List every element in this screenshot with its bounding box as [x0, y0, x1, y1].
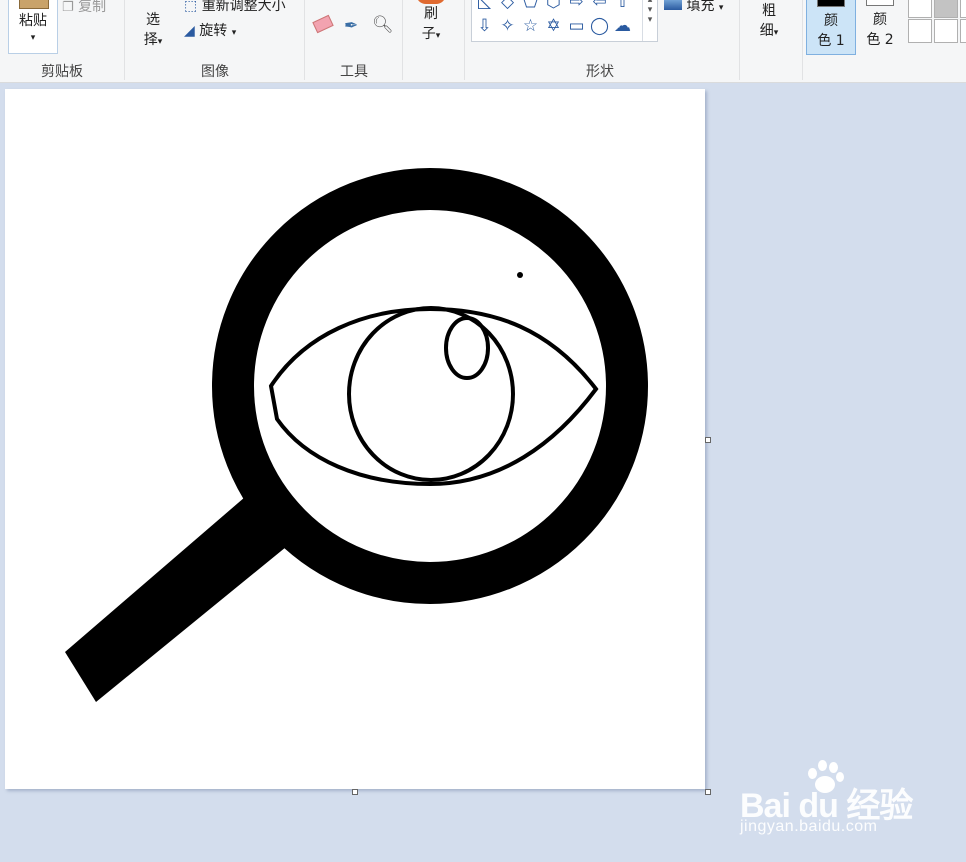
size-button[interactable]: 粗 细▾: [752, 0, 786, 43]
size-label: 粗: [762, 3, 776, 19]
resize-handle-corner[interactable]: [705, 789, 711, 795]
copy-button[interactable]: ❐ 复制: [62, 0, 106, 16]
chevron-down-icon: ▾: [231, 28, 237, 38]
eyedropper-icon: ✒: [344, 16, 359, 36]
divider: [802, 0, 803, 80]
chevron-down-icon: ▾: [647, 5, 653, 15]
eye-outline: [268, 306, 599, 487]
rotate-button[interactable]: ◢ 旋转 ▾: [184, 20, 236, 40]
chevron-down-icon: ▾: [718, 3, 724, 13]
shape-row2-4-icon[interactable]: ▭: [566, 15, 587, 37]
shape-row1-5-icon[interactable]: ⇦: [589, 0, 610, 13]
chevron-down-icon: ▾: [30, 33, 36, 43]
copy-label: 复制: [78, 0, 107, 15]
divider: [304, 0, 305, 80]
shape-row2-6-icon[interactable]: ☁: [612, 15, 633, 37]
palette-swatch[interactable]: [934, 0, 958, 18]
fill-button[interactable]: 填充 ▾: [664, 0, 723, 15]
shape-row2-0-icon[interactable]: ⇩: [474, 15, 495, 37]
magnifier-handle: [65, 497, 286, 702]
ribbon: 粘贴 ▾ ❐ 复制 剪贴板 选 择▾ ⬚ 重新调整大小 ◢ 旋转 ▾ 图像 ✒ …: [0, 0, 966, 83]
shape-row1-2-icon[interactable]: ⬠: [520, 0, 541, 13]
eye-iris: [347, 306, 515, 482]
chevron-down-icon: ▾: [773, 28, 779, 38]
select-button[interactable]: 选 择▾: [138, 10, 168, 52]
brushes-label: 刷: [424, 6, 438, 22]
group-label-image: 图像: [201, 64, 229, 80]
divider: [464, 0, 465, 80]
rotate-icon: ◢: [184, 23, 195, 39]
color2-label-2: 色 2: [866, 32, 894, 48]
magnifier-icon: 🔍︎: [372, 15, 394, 35]
color2-label: 颜: [873, 12, 887, 28]
watermark-url: jingyan.baidu.com: [740, 818, 878, 835]
divider: [739, 0, 740, 80]
shape-row2-3-icon[interactable]: ✡: [543, 15, 564, 37]
baidu-watermark: Bai du 经验 jingyan.baidu.com: [740, 758, 940, 848]
fill-label: 填充: [686, 0, 715, 14]
group-label-shapes: 形状: [586, 64, 614, 80]
palette-swatch[interactable]: [934, 19, 958, 43]
palette-swatch[interactable]: [908, 0, 932, 18]
brushes-button[interactable]: 刷 子▾: [414, 0, 448, 46]
resize-handle-bottom[interactable]: [352, 789, 358, 795]
expand-icon: ▾: [647, 15, 653, 25]
shape-row1-4-icon[interactable]: ⇨: [566, 0, 587, 13]
resize-icon: ⬚: [184, 0, 198, 14]
eraser-button[interactable]: [312, 14, 334, 34]
color1-label: 颜: [824, 13, 838, 29]
shape-row1-0-icon[interactable]: ◺: [474, 0, 495, 13]
select-label: 选: [146, 12, 160, 28]
select-label-2: 择: [143, 32, 158, 48]
color1-swatch: [817, 0, 845, 7]
shape-row2-5-icon[interactable]: ◯: [589, 15, 610, 37]
shape-row1-3-icon[interactable]: ⬡: [543, 0, 564, 13]
paste-button[interactable]: 粘贴 ▾: [8, 0, 58, 54]
divider: [402, 0, 403, 80]
eraser-icon: [312, 14, 334, 34]
copy-icon: ❐: [62, 0, 74, 15]
resize-handle-right[interactable]: [705, 437, 711, 443]
chevron-down-icon: ▾: [157, 37, 163, 47]
shape-row1-6-icon[interactable]: ⇧: [612, 0, 633, 13]
color1-button[interactable]: 颜 色 1: [806, 0, 856, 55]
size-label-2: 细: [759, 23, 774, 39]
fill-icon: [664, 0, 682, 10]
brushes-label-2: 子: [421, 26, 436, 42]
resize-label: 重新调整大小: [201, 0, 286, 14]
color2-swatch: [866, 0, 894, 6]
palette-swatch[interactable]: [960, 19, 966, 43]
color1-label-2: 色 1: [817, 33, 845, 49]
magnifier-ring: [212, 168, 648, 604]
clipboard-icon: [19, 0, 49, 9]
divider: [124, 0, 125, 80]
color-picker-button[interactable]: ✒: [344, 16, 358, 36]
resize-button[interactable]: ⬚ 重新调整大小: [184, 0, 286, 15]
shapes-gallery[interactable]: ◺ ◇ ⬠ ⬡ ⇨ ⇦ ⇧ ⇩ ✧ ☆ ✡ ▭ ◯ ☁ ▴ ▾ ▾: [471, 0, 658, 42]
color2-button[interactable]: 颜 色 2: [857, 0, 903, 53]
rotate-label: 旋转: [199, 23, 228, 39]
chevron-down-icon: ▾: [435, 31, 441, 41]
magnifier-eye-drawing: [65, 168, 648, 702]
magnifier-button[interactable]: 🔍︎: [372, 15, 394, 35]
eye-highlight: [444, 316, 490, 380]
group-label-clipboard: 剪贴板: [41, 64, 83, 80]
shape-row2-1-icon[interactable]: ✧: [497, 15, 518, 37]
stray-dot: [517, 272, 523, 278]
shape-row1-1-icon[interactable]: ◇: [497, 0, 518, 13]
palette-swatch[interactable]: [908, 19, 932, 43]
palette-swatch[interactable]: [960, 0, 966, 18]
gallery-scroll[interactable]: ▴ ▾ ▾: [642, 0, 657, 41]
paste-label: 粘贴: [19, 13, 47, 29]
group-label-tools: 工具: [340, 64, 368, 80]
drawing-canvas[interactable]: [5, 89, 705, 789]
shape-row2-2-icon[interactable]: ☆: [520, 15, 541, 37]
